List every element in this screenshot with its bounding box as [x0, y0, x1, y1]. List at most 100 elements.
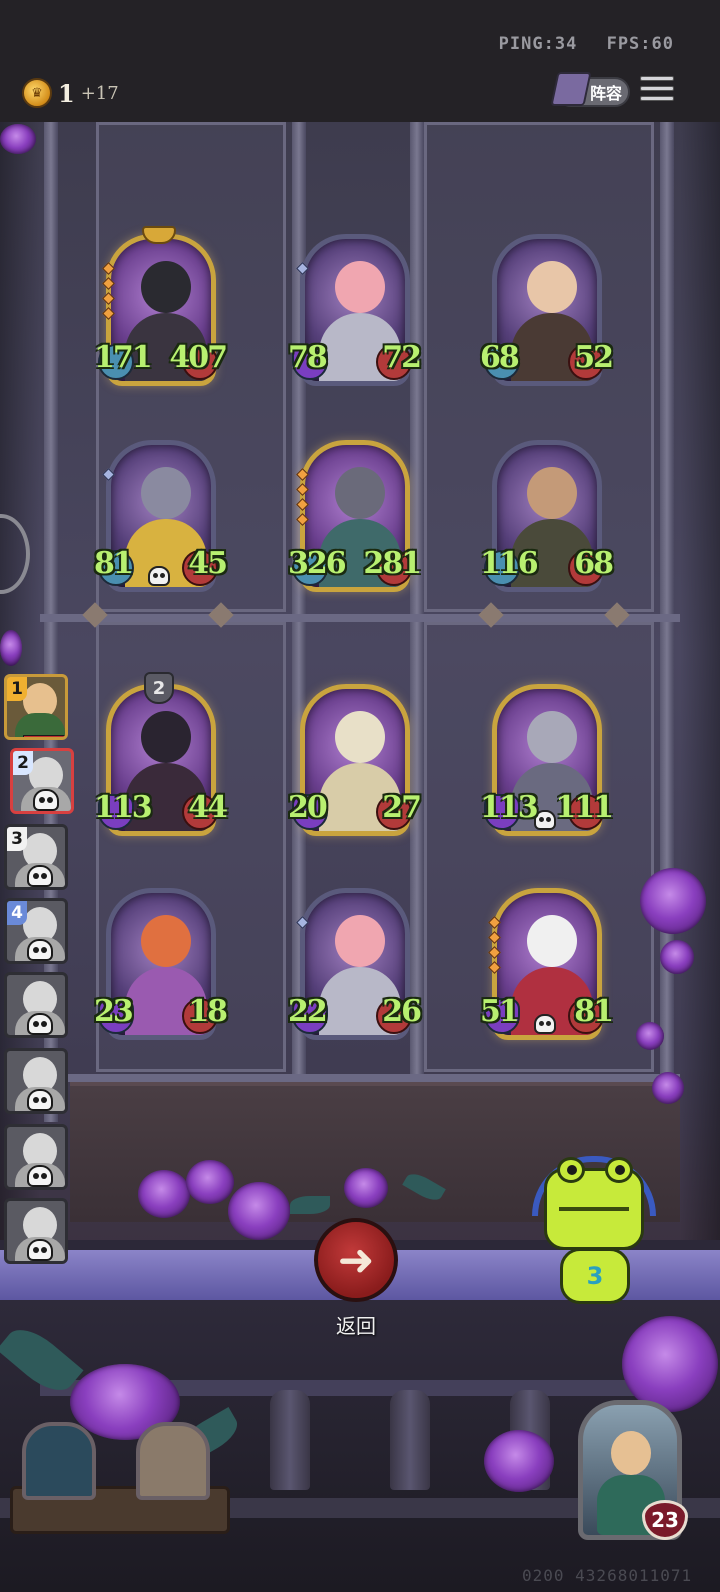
hero-card-dragon[interactable]: 171 407 [94, 226, 228, 390]
tier-pips [296, 916, 309, 933]
left-arrow-icon: ➜ [337, 1234, 375, 1286]
gold-value: 1 [58, 78, 75, 108]
skull-icon [148, 566, 170, 586]
baluster [270, 1390, 310, 1490]
menu-button[interactable] [640, 76, 674, 106]
player-slot-4[interactable]: 4 [4, 898, 68, 964]
tier-pips [102, 262, 115, 324]
tier-pips [488, 916, 501, 978]
attack-value: 22 [288, 994, 328, 1029]
skull-icon [534, 810, 556, 830]
top-bar: PING:34 FPS:60 ♛ 1 +17 阵容 [0, 0, 720, 122]
attack-value: 51 [480, 994, 520, 1029]
hero-card-elf-girl[interactable]: 23 18 [94, 888, 228, 1044]
pillar [410, 122, 424, 1122]
elf-girl-portrait [141, 915, 191, 967]
health-value: 407 [169, 340, 228, 375]
clown-portrait [527, 915, 577, 967]
fps-readout: FPS:60 [606, 34, 674, 54]
dragon-portrait [141, 261, 191, 313]
player-slot-3[interactable]: 3 [4, 824, 68, 890]
window-crossbar [40, 1074, 680, 1082]
menu-icon [640, 76, 674, 81]
side-ring [0, 514, 30, 594]
player-slot-7[interactable] [4, 1124, 68, 1190]
rose-decoration [640, 868, 706, 934]
gold-counter: ♛ 1 +17 [22, 78, 119, 108]
skull-icon [27, 1089, 53, 1111]
rose-decoration [484, 1430, 554, 1492]
ping-readout: PING:34 [498, 34, 578, 54]
hero-card-knight-woman[interactable]: 78 72 [288, 234, 422, 390]
attack-value: 81 [94, 546, 134, 581]
health-value: 81 [574, 994, 614, 1029]
health-value: 52 [574, 340, 614, 375]
frog-mascot[interactable]: 3 [530, 1150, 660, 1310]
player-slot-8[interactable] [4, 1198, 68, 1264]
attack-value: 326 [288, 546, 347, 581]
attack-value: 68 [480, 340, 520, 375]
rank-badge: 2 [13, 751, 33, 775]
attack-value: 23 [94, 994, 134, 1029]
rose-decoration [660, 940, 694, 974]
rose-decoration [186, 1160, 234, 1204]
skull-icon [27, 1165, 53, 1187]
player-slot-2[interactable]: 2 [10, 748, 74, 814]
hero-card-knight-woman-2[interactable]: 22 26 [288, 888, 422, 1044]
hero-card-clown[interactable]: 51 81 [480, 888, 614, 1044]
health-value: 26 [382, 994, 422, 1029]
skull-icon [27, 1013, 53, 1035]
health-value: 111 [555, 790, 614, 825]
player-slot-5[interactable] [4, 972, 68, 1038]
hero-card-white-dragon[interactable]: 20 27 [288, 684, 422, 840]
rose-decoration [0, 630, 22, 666]
crown-coin-icon: ♛ [22, 78, 52, 108]
level-badge: 2 [144, 672, 174, 704]
skull-icon [27, 939, 53, 961]
rose-decoration [344, 1168, 388, 1208]
lineup-label: 阵容 [589, 84, 622, 103]
skull-icon [33, 789, 59, 811]
gold-increment: +17 [80, 82, 119, 104]
rhino-portrait [527, 711, 577, 763]
skull-icon [27, 865, 53, 887]
attack-value: 113 [480, 790, 539, 825]
hero-card-blacksmith[interactable]: 68 52 [480, 234, 614, 390]
tier-pips [296, 468, 309, 530]
mascot-number: 3 [560, 1248, 630, 1304]
network-status: PING:34 FPS:60 [481, 34, 674, 54]
book-icon [550, 72, 592, 106]
leaf-decoration [290, 1196, 330, 1214]
attack-value: 20 [288, 790, 328, 825]
white-dragon-portrait [335, 711, 385, 763]
player-health-bar [23, 735, 65, 737]
hunter-portrait [527, 467, 577, 519]
hero-card-dark-dragon[interactable]: 2 113 44 [94, 672, 228, 840]
rose-decoration [0, 124, 36, 154]
rank-badge: 4 [7, 901, 27, 925]
rose-decoration [652, 1072, 684, 1104]
player-slot-1[interactable]: 1 [4, 674, 68, 740]
rose-decoration [636, 1022, 664, 1050]
back-button[interactable]: ➜ [314, 1218, 398, 1302]
hero-card-hunter[interactable]: 116 68 [480, 440, 614, 596]
attack-value: 113 [94, 790, 153, 825]
attack-value: 116 [480, 546, 539, 581]
rank-badge: 3 [7, 827, 27, 851]
shop-slot-card[interactable] [136, 1422, 210, 1500]
attack-value: 171 [94, 340, 153, 375]
player-slot-6[interactable] [4, 1048, 68, 1114]
health-value: 18 [188, 994, 228, 1029]
tier-pips [296, 262, 309, 279]
rose-decoration [228, 1182, 290, 1240]
skull-icon [27, 1239, 53, 1261]
hero-card-ogre[interactable]: 81 45 [94, 440, 228, 596]
health-value: 44 [188, 790, 228, 825]
baluster [390, 1390, 430, 1490]
shop-slot-crystal[interactable] [22, 1422, 96, 1500]
window-crossbar [40, 614, 680, 622]
hero-card-rhino[interactable]: 113 111 [480, 684, 614, 840]
knight-portrait [335, 915, 385, 967]
health-value: 72 [382, 340, 422, 375]
hero-card-soldier[interactable]: 326 281 [288, 440, 422, 596]
